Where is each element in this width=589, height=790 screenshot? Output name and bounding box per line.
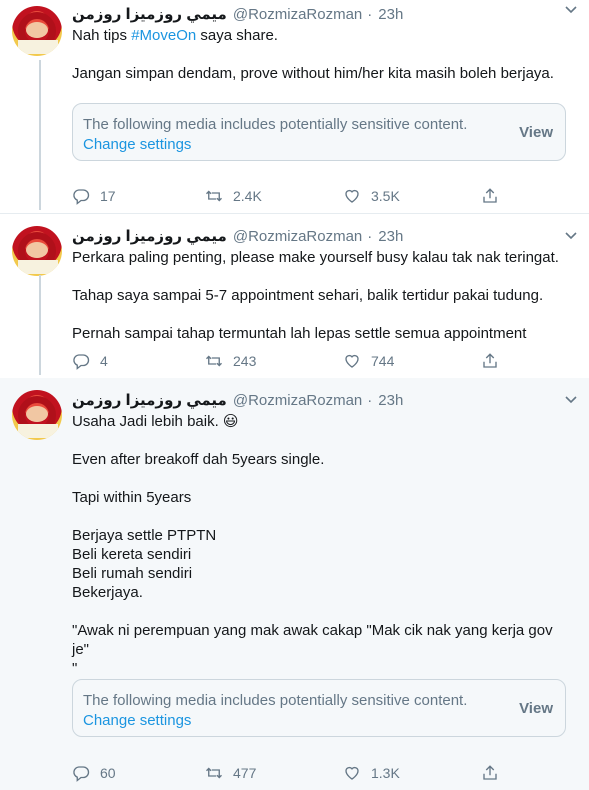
tweet-line: Tapi within 5years [72,489,192,506]
sensitive-media-notice: The following media includes potentially… [72,679,566,737]
tweet-2[interactable]: ميمي روزميزا روزمن @RozmizaRozman · 23h … [0,214,589,378]
heart-icon [345,354,359,368]
retweet-icon [206,190,222,202]
sensitive-warning: The following media includes potentially… [83,116,468,133]
retweet-count: 243 [233,353,257,369]
retweet-button[interactable]: 2.4K [205,187,262,205]
avatar-face [26,22,48,38]
tweet-text: Usaha Jadi lebih baik. 😃 Even after brea… [72,412,571,678]
share-button[interactable] [481,764,499,782]
retweet-icon [206,355,222,367]
retweet-count: 2.4K [233,188,262,204]
change-settings-link[interactable]: Change settings [83,136,191,153]
sensitive-warning: The following media includes potentially… [83,692,468,709]
avatar[interactable] [12,6,62,56]
tweet-line: Even after breakoff dah 5years single. [72,451,325,468]
tweet-line: Berjaya settle PTPTN [72,527,217,544]
retweet-button[interactable]: 477 [205,764,256,782]
avatar[interactable] [12,226,62,276]
user-handle[interactable]: @RozmizaRozman [233,228,362,245]
heart-icon [345,189,359,203]
tweet-line: " [72,660,78,677]
tweet-text: Perkara paling penting, please make your… [72,248,571,343]
avatar-face [26,242,48,258]
user-handle[interactable]: @RozmizaRozman [233,392,362,409]
heart-icon [345,766,359,780]
timestamp[interactable]: 23h [378,392,403,409]
chevron-down-icon[interactable] [565,4,577,16]
user-handle[interactable]: @RozmizaRozman [233,6,362,23]
like-button[interactable]: 744 [343,352,394,370]
share-button[interactable] [481,352,499,370]
share-icon [483,188,497,203]
tweet-header: ميمي روزميزا روزمن @RozmizaRozman · 23h [72,3,403,25]
tweet-line: Beli rumah sendiri [72,565,193,582]
display-name[interactable]: ميمي روزميزا روزمن [72,5,227,23]
like-button[interactable]: 1.3K [343,764,400,782]
avatar[interactable] [12,390,62,440]
like-button[interactable]: 3.5K [343,187,400,205]
retweet-icon [206,767,222,779]
tweet-line: Perkara paling penting, please make your… [72,249,559,266]
tweet-actions: 17 2.4K 3.5K [72,187,502,207]
avatar-paper [18,40,58,54]
tweet-line: Tahap saya sampai 5-7 appointment sehari… [72,287,544,304]
text-segment: Nah tips [72,27,132,44]
hashtag-link[interactable]: #MoveOn [131,27,196,44]
tweet-line: "Awak ni perempuan yang mak awak cakap "… [72,622,557,658]
thread-connector [39,60,41,210]
tweet-header: ميمي روزميزا روزمن @RozmizaRozman · 23h [72,225,403,247]
avatar-paper [18,424,58,438]
view-button[interactable]: View [519,700,553,717]
tweet-header: ميمي روزميزا روزمن @RozmizaRozman · 23h [72,389,403,411]
reply-button[interactable]: 60 [72,764,116,782]
tweet-text: Nah tips #MoveOn saya share. Jangan simp… [72,26,571,83]
like-count: 744 [371,353,395,369]
tweet-actions: 60 477 1.3K [72,764,502,784]
tweet-line: Bekerjaya. [72,584,143,601]
chevron-down-icon[interactable] [565,230,577,242]
tweet-line: Nah tips #MoveOn saya share. [72,26,571,45]
change-settings-link[interactable]: Change settings [83,712,191,729]
retweet-button[interactable]: 243 [205,352,256,370]
tweet-line: Pernah sampai tahap termuntah lah lepas … [72,325,527,342]
like-count: 3.5K [371,188,400,204]
reply-icon [73,189,90,205]
tweet-3[interactable]: ميمي روزميزا روزمن @RozmizaRozman · 23h … [0,378,589,790]
tweet-line: Beli kereta sendiri [72,546,192,563]
reply-count: 60 [100,765,116,781]
tweet-line: Jangan simpan dendam, prove without him/… [72,65,554,82]
retweet-count: 477 [233,765,257,781]
display-name[interactable]: ميمي روزميزا روزمن [72,391,227,409]
thread-connector [39,275,41,375]
tweet-1[interactable]: ميمي روزميزا روزمن @RozmizaRozman · 23h … [0,0,589,214]
avatar-face [26,406,48,422]
view-button[interactable]: View [519,124,553,141]
separator-dot: · [367,5,373,23]
share-icon [483,765,497,780]
tweet-line: Usaha Jadi lebih baik. 😃 [72,413,239,430]
tweet-actions: 4 243 744 [72,352,502,372]
timestamp[interactable]: 23h [378,6,403,23]
reply-count: 4 [100,353,108,369]
like-count: 1.3K [371,765,400,781]
display-name[interactable]: ميمي روزميزا روزمن [72,227,227,245]
chevron-down-icon[interactable] [565,394,577,406]
reply-icon [73,354,90,370]
separator-dot: · [367,227,373,245]
avatar-paper [18,260,58,274]
share-button[interactable] [481,187,499,205]
sensitive-media-notice: The following media includes potentially… [72,103,566,161]
reply-button[interactable]: 17 [72,187,116,205]
separator-dot: · [367,391,373,409]
reply-icon [73,766,90,782]
text-segment: saya share. [196,27,278,44]
share-icon [483,353,497,368]
reply-count: 17 [100,188,116,204]
reply-button[interactable]: 4 [72,352,108,370]
timestamp[interactable]: 23h [378,228,403,245]
